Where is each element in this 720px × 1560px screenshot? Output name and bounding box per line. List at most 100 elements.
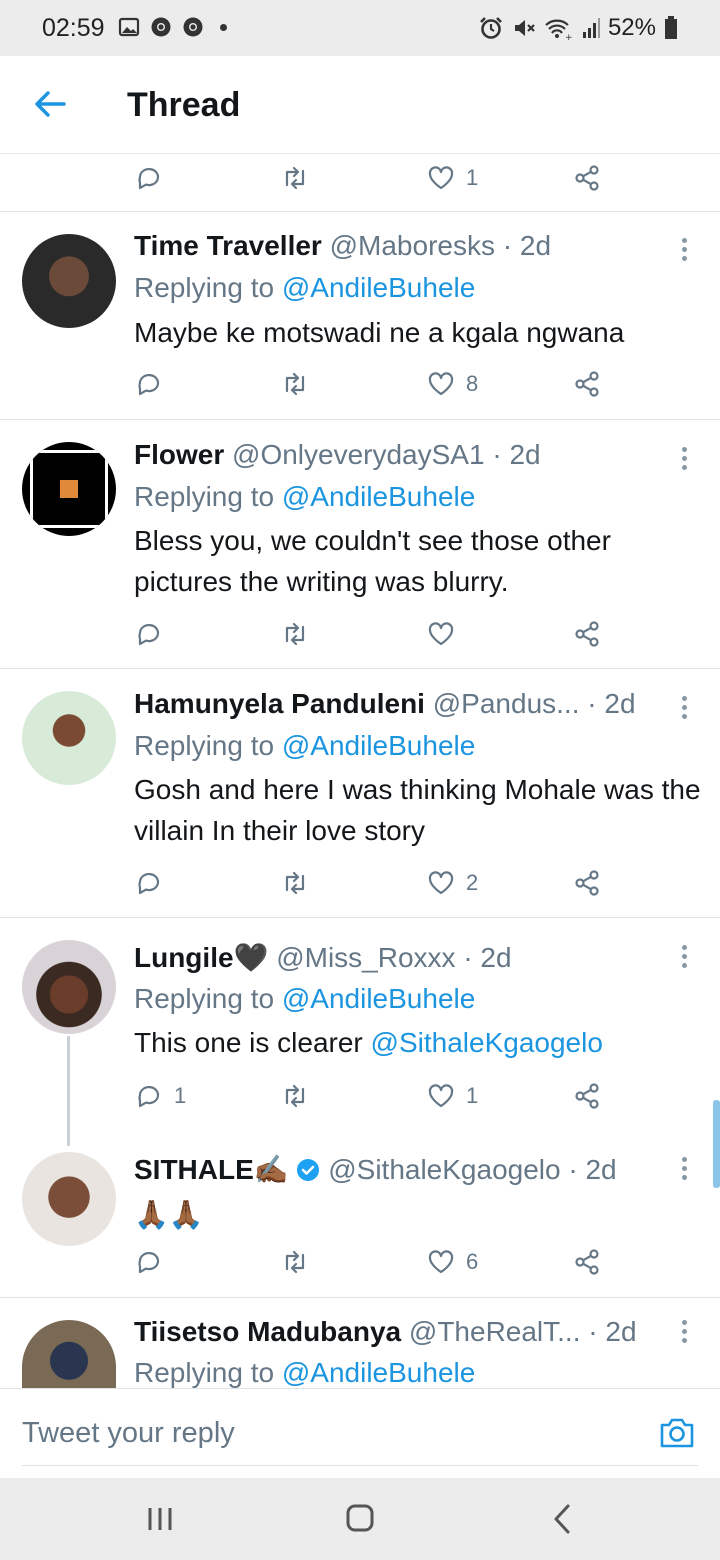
home-icon[interactable]	[340, 1502, 380, 1536]
avatar[interactable]	[22, 1320, 116, 1388]
avatar[interactable]	[22, 234, 116, 328]
tweet-text: This one is clearer @SithaleKgaogelo	[134, 1022, 704, 1063]
mention-link[interactable]: @SithaleKgaogelo	[371, 1027, 603, 1058]
more-options-icon[interactable]	[676, 943, 692, 971]
user-handle[interactable]: @TheRealT...	[409, 1316, 581, 1347]
retweet-button[interactable]	[280, 366, 310, 402]
avatar[interactable]	[22, 442, 116, 536]
reply-icon	[138, 167, 160, 190]
tweet-text: 🙏🏾🙏🏾	[134, 1199, 204, 1230]
avatar[interactable]	[22, 691, 116, 785]
avatar[interactable]	[22, 1152, 116, 1246]
chrome-icon	[151, 17, 171, 37]
timestamp: · 2d	[568, 1154, 617, 1185]
retweet-button[interactable]	[280, 616, 310, 652]
mention-link[interactable]: @AndileBuhele	[282, 481, 475, 512]
reply-button[interactable]	[134, 160, 164, 196]
reply-input[interactable]	[22, 1417, 582, 1450]
more-options-icon[interactable]	[676, 1155, 692, 1183]
retweet-button[interactable]	[280, 1078, 310, 1114]
gallery-icon	[118, 17, 140, 37]
reply-button[interactable]	[134, 865, 164, 901]
more-options-icon[interactable]	[676, 445, 692, 473]
retweet-button[interactable]	[280, 1244, 310, 1280]
retweet-button[interactable]	[280, 865, 310, 901]
replying-to-label: Replying to	[134, 272, 275, 303]
alarm-icon	[480, 17, 502, 39]
share-button[interactable]	[572, 1078, 602, 1114]
retweet-button[interactable]	[280, 160, 310, 196]
share-icon	[575, 371, 599, 397]
status-bar: 02:59 + 52%	[0, 0, 720, 56]
retweet-icon	[285, 1250, 305, 1274]
retweet-icon	[285, 871, 305, 895]
tweet-actions: 1	[134, 160, 614, 196]
like-count: 2	[466, 870, 479, 895]
timestamp: · 2d	[502, 230, 552, 261]
share-button[interactable]	[572, 160, 602, 196]
notification-icons	[118, 16, 227, 38]
reply-icon	[138, 1085, 160, 1108]
like-button[interactable]	[426, 616, 456, 652]
svg-text:+: +	[565, 33, 573, 40]
more-options-icon[interactable]	[676, 694, 692, 722]
display-name[interactable]: SITHALE✍🏾	[134, 1154, 289, 1185]
display-name[interactable]: Tiisetso Madubanya	[134, 1316, 401, 1347]
display-name[interactable]: Lungile🖤	[134, 942, 268, 973]
replying-to-label: Replying to	[134, 730, 275, 761]
scrollbar[interactable]	[713, 1100, 720, 1188]
like-button[interactable]: 8	[426, 366, 478, 402]
recent-apps-icon[interactable]	[140, 1502, 180, 1536]
divider	[22, 1465, 698, 1466]
user-handle[interactable]: @OnlyeverydaySA1	[232, 439, 485, 470]
display-name[interactable]: Hamunyela Panduleni	[134, 688, 425, 719]
wifi-icon: +	[545, 19, 573, 40]
like-button[interactable]: 1	[426, 1078, 478, 1114]
like-count: 6	[466, 1249, 479, 1274]
share-button[interactable]	[572, 366, 602, 402]
reply-icon	[138, 623, 160, 646]
user-handle[interactable]: @Maboresks	[330, 230, 495, 261]
reply-button[interactable]	[134, 616, 164, 652]
verified-badge-icon	[297, 1159, 320, 1181]
back-icon[interactable]	[542, 1502, 582, 1536]
divider	[0, 1297, 720, 1298]
system-nav-bar	[0, 1478, 720, 1560]
like-button[interactable]: 2	[426, 865, 478, 901]
share-icon	[575, 1083, 599, 1109]
heart-icon	[428, 1084, 454, 1108]
more-options-icon[interactable]	[676, 1318, 692, 1346]
like-button[interactable]: 1	[426, 160, 478, 196]
mention-link[interactable]: @AndileBuhele	[282, 983, 475, 1014]
retweet-icon	[285, 166, 305, 190]
reply-icon	[138, 1251, 160, 1274]
like-button[interactable]: 6	[426, 1244, 478, 1280]
tweet-header: Time Traveller @Maboresks · 2d	[134, 230, 551, 262]
user-handle[interactable]: @SithaleKgaogelo	[328, 1154, 560, 1185]
heart-icon	[428, 372, 454, 396]
user-handle[interactable]: @Miss_Roxxx	[276, 942, 455, 973]
thread-header: Thread	[0, 56, 720, 154]
share-icon	[575, 165, 599, 191]
display-name[interactable]: Time Traveller	[134, 230, 322, 261]
reply-button[interactable]	[134, 366, 174, 402]
more-options-icon[interactable]	[676, 236, 692, 264]
more-notifications-dot	[220, 23, 227, 31]
share-button[interactable]	[572, 616, 602, 652]
timestamp: · 2d	[463, 942, 512, 973]
reply-button[interactable]: 1	[134, 1078, 186, 1114]
back-arrow-icon[interactable]	[32, 86, 68, 122]
mention-link[interactable]: @AndileBuhele	[282, 730, 475, 761]
battery-percent: 52%	[607, 14, 656, 41]
reply-button[interactable]	[134, 1244, 164, 1280]
replying-to: Replying to @AndileBuhele	[134, 481, 475, 513]
like-count: 8	[466, 371, 479, 396]
share-button[interactable]	[572, 865, 602, 901]
display-name[interactable]: Flower	[134, 439, 224, 470]
mention-link[interactable]: @AndileBuhele	[282, 272, 475, 303]
user-handle[interactable]: @Pandus...	[433, 688, 580, 719]
share-button[interactable]	[572, 1244, 602, 1280]
mention-link[interactable]: @AndileBuhele	[282, 1357, 475, 1388]
avatar[interactable]	[22, 940, 116, 1034]
camera-icon[interactable]	[658, 1415, 696, 1451]
